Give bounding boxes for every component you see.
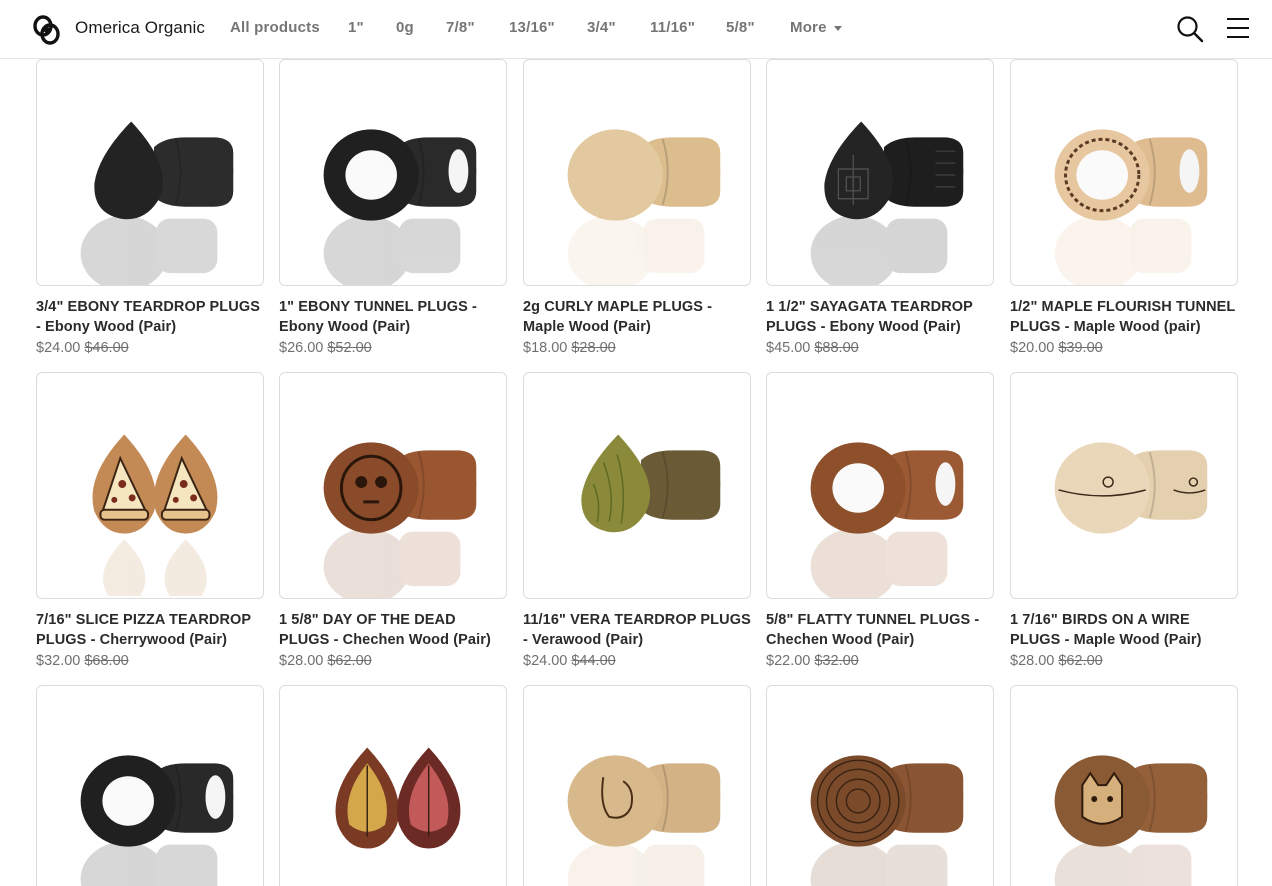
- nav-all-products[interactable]: All products: [230, 19, 320, 36]
- sale-price: $20.00: [1010, 340, 1055, 356]
- product-card[interactable]: 1 7/16" BIRDS ON A WIRE PLUGS - Maple Wo…: [1010, 372, 1238, 669]
- product-image[interactable]: [766, 685, 994, 886]
- product-title[interactable]: 3/4" EBONY TEARDROP PLUGS - Ebony Wood (…: [36, 297, 264, 337]
- product-image[interactable]: [279, 59, 507, 286]
- product-card[interactable]: 1" EBONY TUNNEL PLUGS - Ebony Wood (Pair…: [279, 59, 507, 356]
- product-image[interactable]: [279, 685, 507, 886]
- product-image[interactable]: [36, 372, 264, 599]
- compare-at-price: $88.00: [814, 340, 859, 356]
- compare-at-price: $39.00: [1058, 340, 1103, 356]
- nav-11-16[interactable]: 11/16": [650, 19, 695, 36]
- product-card[interactable]: [279, 685, 507, 886]
- product-card[interactable]: 2g CURLY MAPLE PLUGS - Maple Wood (Pair)…: [523, 59, 751, 356]
- sale-price: $28.00: [1010, 653, 1055, 669]
- sale-price: $28.00: [279, 653, 324, 669]
- product-card[interactable]: 1 1/2" SAYAGATA TEARDROP PLUGS - Ebony W…: [766, 59, 994, 356]
- product-title[interactable]: 5/8" FLATTY TUNNEL PLUGS - Chechen Wood …: [766, 610, 994, 650]
- nav-more-dropdown[interactable]: More: [790, 19, 842, 36]
- compare-at-price: $32.00: [814, 653, 859, 669]
- product-image[interactable]: [766, 372, 994, 599]
- product-image[interactable]: [523, 59, 751, 286]
- compare-at-price: $44.00: [571, 653, 616, 669]
- product-card[interactable]: [36, 685, 264, 886]
- product-title[interactable]: 11/16" VERA TEARDROP PLUGS - Verawood (P…: [523, 610, 751, 650]
- product-card[interactable]: [1010, 685, 1238, 886]
- product-price: $28.00 $62.00: [279, 653, 507, 669]
- product-card[interactable]: [766, 685, 994, 886]
- sale-price: $32.00: [36, 653, 81, 669]
- nav-3-4[interactable]: 3/4": [587, 19, 616, 36]
- product-card[interactable]: 5/8" FLATTY TUNNEL PLUGS - Chechen Wood …: [766, 372, 994, 669]
- product-image[interactable]: [766, 59, 994, 286]
- product-price: $18.00 $28.00: [523, 340, 751, 356]
- product-image[interactable]: [1010, 59, 1238, 286]
- product-title[interactable]: 1 1/2" SAYAGATA TEARDROP PLUGS - Ebony W…: [766, 297, 994, 337]
- product-card[interactable]: 7/16" SLICE PIZZA TEARDROP PLUGS - Cherr…: [36, 372, 264, 669]
- compare-at-price: $62.00: [327, 653, 372, 669]
- product-image[interactable]: [36, 685, 264, 886]
- product-image[interactable]: [523, 685, 751, 886]
- product-price: $20.00 $39.00: [1010, 340, 1238, 356]
- product-title[interactable]: 1 7/16" BIRDS ON A WIRE PLUGS - Maple Wo…: [1010, 610, 1238, 650]
- product-image[interactable]: [523, 372, 751, 599]
- product-image[interactable]: [1010, 372, 1238, 599]
- compare-at-price: $52.00: [327, 340, 372, 356]
- product-title[interactable]: 2g CURLY MAPLE PLUGS - Maple Wood (Pair): [523, 297, 751, 337]
- product-title[interactable]: 7/16" SLICE PIZZA TEARDROP PLUGS - Cherr…: [36, 610, 264, 650]
- sale-price: $24.00: [36, 340, 81, 356]
- store-name[interactable]: Omerica Organic: [75, 18, 205, 38]
- top-navigation-bar: Omerica Organic All products 1" 0g 7/8" …: [0, 0, 1272, 59]
- nav-0g[interactable]: 0g: [396, 19, 414, 36]
- sale-price: $24.00: [523, 653, 568, 669]
- product-grid: 3/4" EBONY TEARDROP PLUGS - Ebony Wood (…: [0, 0, 1272, 886]
- product-title[interactable]: 1/2" MAPLE FLOURISH TUNNEL PLUGS - Maple…: [1010, 297, 1238, 337]
- product-price: $22.00 $32.00: [766, 653, 994, 669]
- product-title[interactable]: 1" EBONY TUNNEL PLUGS - Ebony Wood (Pair…: [279, 297, 507, 337]
- compare-at-price: $46.00: [84, 340, 129, 356]
- sale-price: $45.00: [766, 340, 811, 356]
- nav-13-16[interactable]: 13/16": [509, 19, 555, 36]
- product-price: $26.00 $52.00: [279, 340, 507, 356]
- compare-at-price: $68.00: [84, 653, 129, 669]
- sale-price: $26.00: [279, 340, 324, 356]
- product-image[interactable]: [1010, 685, 1238, 886]
- product-card[interactable]: 1 5/8" DAY OF THE DEAD PLUGS - Chechen W…: [279, 372, 507, 669]
- product-card[interactable]: [523, 685, 751, 886]
- product-price: $24.00 $46.00: [36, 340, 264, 356]
- nav-1-inch[interactable]: 1": [348, 19, 364, 36]
- compare-at-price: $28.00: [571, 340, 616, 356]
- caret-down-icon: [833, 26, 842, 31]
- product-price: $24.00 $44.00: [523, 653, 751, 669]
- product-card[interactable]: 3/4" EBONY TEARDROP PLUGS - Ebony Wood (…: [36, 59, 264, 356]
- product-card[interactable]: 11/16" VERA TEARDROP PLUGS - Verawood (P…: [523, 372, 751, 669]
- product-price: $32.00 $68.00: [36, 653, 264, 669]
- nav-more-label: More: [790, 19, 827, 36]
- product-price: $45.00 $88.00: [766, 340, 994, 356]
- product-image[interactable]: [36, 59, 264, 286]
- sale-price: $22.00: [766, 653, 811, 669]
- omerica-logo[interactable]: [33, 13, 63, 45]
- product-title[interactable]: 1 5/8" DAY OF THE DEAD PLUGS - Chechen W…: [279, 610, 507, 650]
- product-card[interactable]: 1/2" MAPLE FLOURISH TUNNEL PLUGS - Maple…: [1010, 59, 1238, 356]
- hamburger-menu-icon[interactable]: [1226, 17, 1250, 39]
- product-image[interactable]: [279, 372, 507, 599]
- nav-7-8[interactable]: 7/8": [446, 19, 475, 36]
- sale-price: $18.00: [523, 340, 568, 356]
- search-icon[interactable]: [1176, 15, 1204, 43]
- product-price: $28.00 $62.00: [1010, 653, 1238, 669]
- nav-5-8[interactable]: 5/8": [726, 19, 755, 36]
- compare-at-price: $62.00: [1058, 653, 1103, 669]
